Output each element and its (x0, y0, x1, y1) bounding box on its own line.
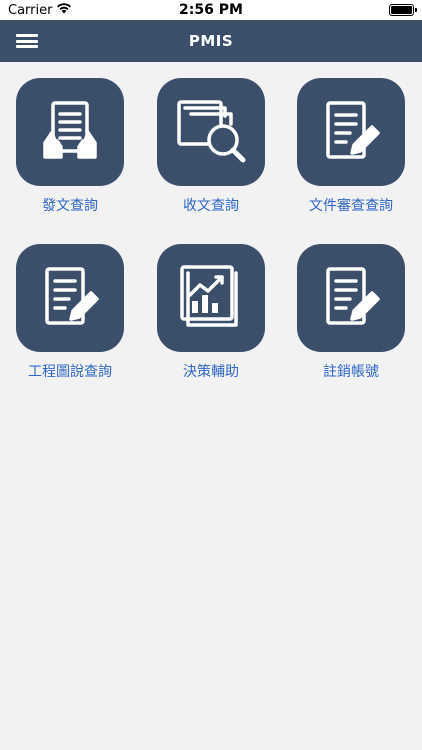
tile-label: 工程圖說查詢 (28, 364, 112, 380)
document-search-icon (157, 78, 265, 186)
tile-label: 發文查詢 (42, 198, 98, 214)
document-edit-icon (297, 244, 405, 352)
tile-decision-support[interactable]: 決策輔助 (151, 244, 271, 381)
tile-label: 註銷帳號 (323, 364, 379, 380)
tile-incoming-documents[interactable]: 收文查詢 (151, 78, 271, 215)
status-time: 2:56 PM (179, 2, 243, 18)
tile-engineering-drawings[interactable]: 工程圖說查詢 (10, 244, 130, 381)
tile-document-review[interactable]: 文件審查查詢 (291, 78, 411, 215)
tile-outgoing-documents[interactable]: 發文查詢 (10, 78, 130, 215)
page-title: PMIS (188, 32, 234, 50)
document-edit-icon (16, 244, 124, 352)
tile-label: 文件審查查詢 (309, 198, 393, 214)
nav-bar: PMIS (0, 20, 422, 62)
document-edit-icon (297, 78, 405, 186)
document-hands-icon (16, 78, 124, 186)
battery-icon (389, 4, 417, 16)
tile-cancel-account[interactable]: 註銷帳號 (291, 244, 411, 381)
tile-label: 收文查詢 (183, 198, 239, 214)
tile-label: 決策輔助 (183, 364, 239, 380)
status-bar: Carrier 2:56 PM (0, 0, 422, 20)
chart-report-icon (157, 244, 265, 352)
